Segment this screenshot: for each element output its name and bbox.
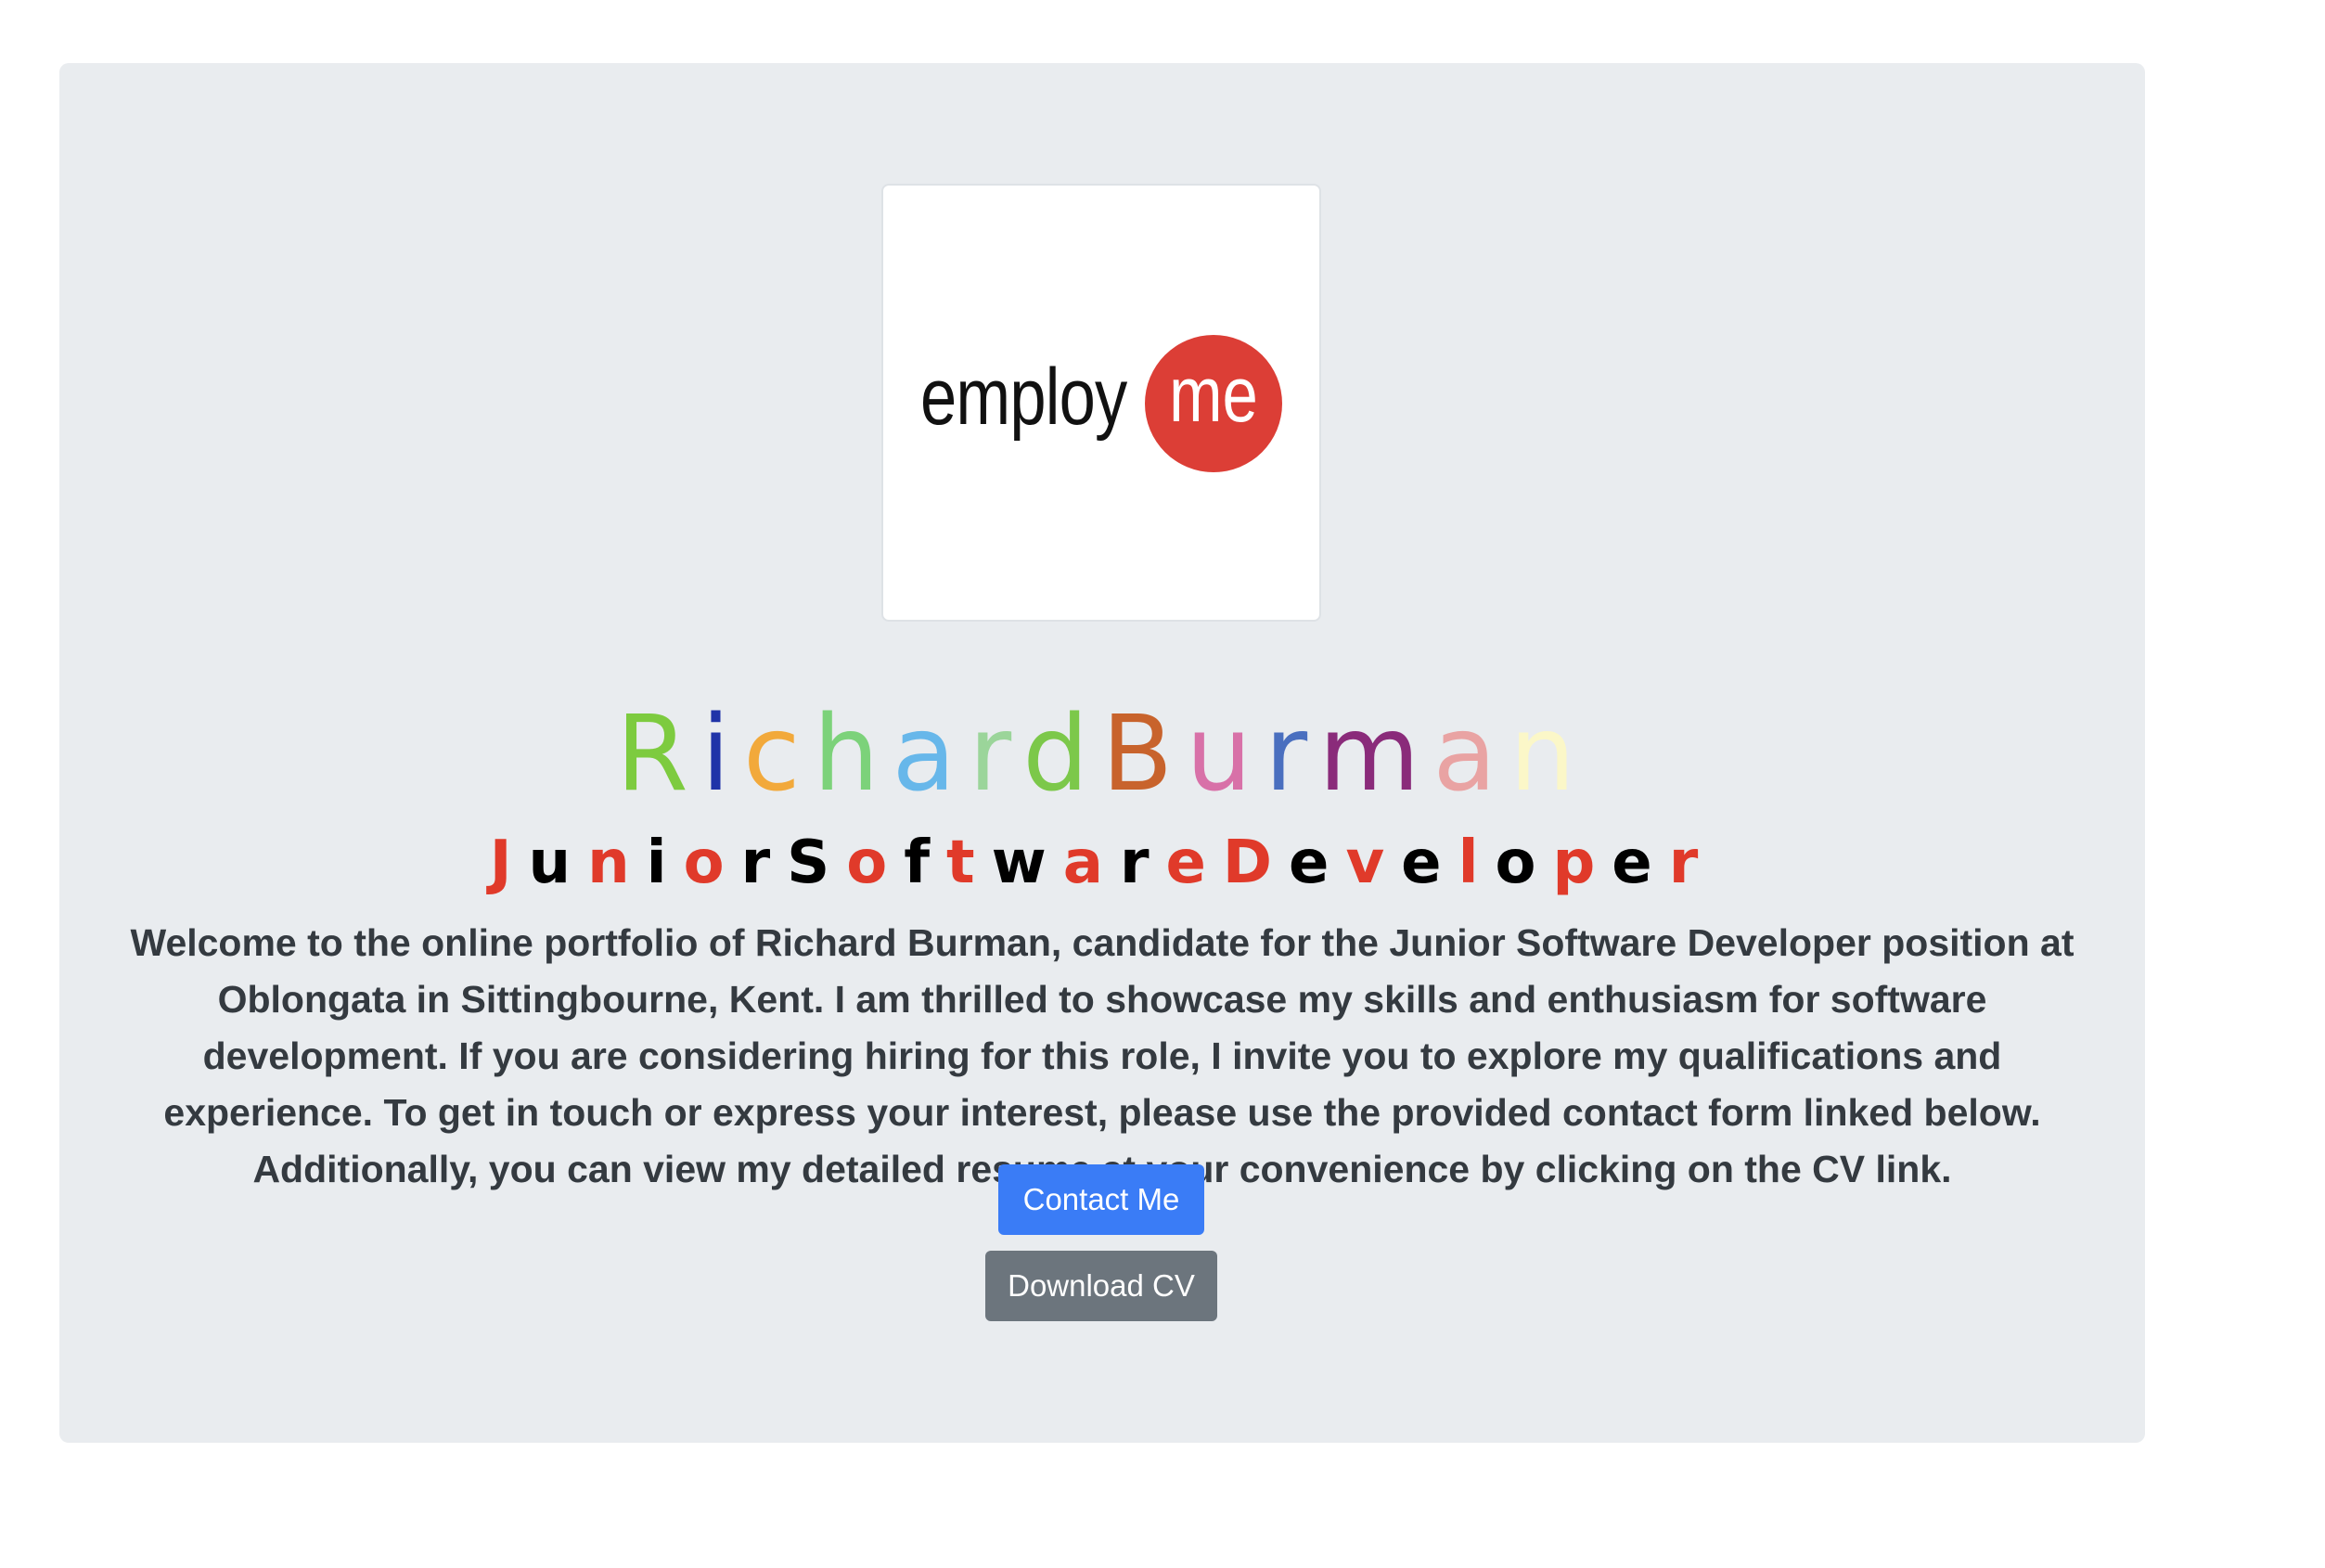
logo-text: employ — [920, 353, 1127, 442]
name-letter: n — [1509, 694, 1588, 815]
name-letter: u — [1186, 694, 1265, 815]
contact-me-button[interactable]: Contact Me — [998, 1164, 1204, 1235]
name-letter: i — [700, 694, 743, 815]
title-letter: o — [683, 829, 741, 897]
name-letter: m — [1318, 694, 1433, 815]
title-letter: e — [1401, 829, 1458, 897]
title-letter: o — [1495, 829, 1553, 897]
logo-card: employ me — [881, 184, 1321, 622]
title-letter: r — [1668, 829, 1715, 897]
title-letter: r — [740, 829, 788, 897]
title-letter: J — [489, 829, 529, 897]
title-letter: o — [846, 829, 905, 897]
name-heading: RichardBurman — [59, 694, 2145, 815]
title-letter: S — [787, 829, 847, 897]
logo-circle-text: me — [1169, 351, 1258, 438]
job-title-heading: JuniorSoftwareDeveloper — [59, 826, 2145, 900]
title-letter: e — [1612, 829, 1669, 897]
title-letter: a — [1062, 829, 1120, 897]
title-letter: t — [946, 829, 992, 897]
hero-section: employ me RichardBurman JuniorSoftwareDe… — [59, 63, 2145, 1443]
name-letter: r — [1265, 694, 1319, 815]
name-letter: h — [813, 694, 893, 815]
name-letter: r — [969, 694, 1023, 815]
title-letter: n — [587, 829, 647, 897]
name-letter: c — [742, 694, 814, 815]
name-letter: d — [1022, 694, 1102, 815]
title-letter: p — [1552, 829, 1612, 897]
name-letter: a — [1432, 694, 1509, 815]
title-letter: v — [1345, 829, 1402, 897]
title-letter: i — [646, 829, 684, 897]
title-letter: l — [1458, 829, 1496, 897]
title-letter: e — [1165, 829, 1223, 897]
title-letter: r — [1119, 829, 1166, 897]
name-letter: a — [892, 694, 970, 815]
title-letter: e — [1289, 829, 1346, 897]
name-letter: R — [616, 694, 701, 815]
download-cv-button[interactable]: Download CV — [985, 1251, 1217, 1321]
title-letter: w — [991, 829, 1063, 897]
name-letter: B — [1101, 694, 1187, 815]
title-letter: u — [528, 829, 588, 897]
intro-paragraph: Welcome to the online portfolio of Richa… — [130, 921, 2075, 1190]
logo-circle: me — [1145, 335, 1282, 472]
title-letter: D — [1222, 829, 1290, 897]
title-letter: f — [904, 829, 947, 897]
